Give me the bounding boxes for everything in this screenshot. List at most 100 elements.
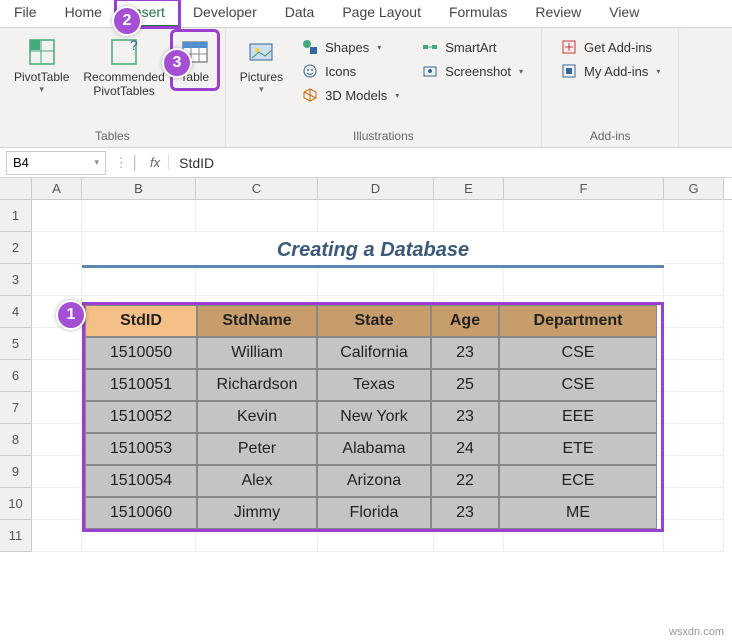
row-header[interactable]: 3 xyxy=(0,264,32,296)
header-age[interactable]: Age xyxy=(431,305,499,337)
cell[interactable] xyxy=(32,232,82,264)
cell[interactable] xyxy=(32,456,82,488)
col-header-a[interactable]: A xyxy=(32,178,82,199)
cell[interactable] xyxy=(664,200,724,232)
cell[interactable] xyxy=(82,200,196,232)
table-cell[interactable]: Alex xyxy=(197,465,317,497)
cell[interactable] xyxy=(318,200,434,232)
col-header-g[interactable]: G xyxy=(664,178,724,199)
table-cell[interactable]: Jimmy xyxy=(197,497,317,529)
row-header[interactable]: 4 xyxy=(0,296,32,328)
table-cell[interactable]: 1510052 xyxy=(85,401,197,433)
table-cell[interactable]: 25 xyxy=(431,369,499,401)
row-header[interactable]: 9 xyxy=(0,456,32,488)
name-box[interactable]: B4▾ xyxy=(6,151,106,175)
table-cell[interactable]: Alabama xyxy=(317,433,431,465)
cell[interactable] xyxy=(664,424,724,456)
cell[interactable] xyxy=(32,328,82,360)
cell[interactable] xyxy=(664,456,724,488)
table-cell[interactable]: 1510054 xyxy=(85,465,197,497)
cell[interactable] xyxy=(196,200,318,232)
row-header[interactable]: 5 xyxy=(0,328,32,360)
cell[interactable] xyxy=(664,328,724,360)
select-all-corner[interactable] xyxy=(0,178,32,199)
data-table-selection[interactable]: StdID StdName State Age Department 15100… xyxy=(82,302,664,532)
table-cell[interactable]: CSE xyxy=(499,337,657,369)
cell[interactable] xyxy=(664,488,724,520)
tab-file[interactable]: File xyxy=(0,0,51,27)
3d-models-button[interactable]: 3D Models▾ xyxy=(295,84,405,106)
table-cell[interactable]: William xyxy=(197,337,317,369)
table-cell[interactable]: ETE xyxy=(499,433,657,465)
cell[interactable] xyxy=(32,200,82,232)
cell[interactable] xyxy=(664,264,724,296)
fx-label[interactable]: fx xyxy=(142,155,169,170)
cell[interactable] xyxy=(664,296,724,328)
table-cell[interactable]: 1510053 xyxy=(85,433,197,465)
tab-developer[interactable]: Developer xyxy=(179,0,271,27)
col-header-c[interactable]: C xyxy=(196,178,318,199)
header-stdid[interactable]: StdID xyxy=(85,305,197,337)
row-header[interactable]: 1 xyxy=(0,200,32,232)
cell[interactable] xyxy=(82,264,196,296)
table-cell[interactable]: Florida xyxy=(317,497,431,529)
smartart-button[interactable]: SmartArt xyxy=(415,36,529,58)
table-cell[interactable]: New York xyxy=(317,401,431,433)
table-cell[interactable]: 23 xyxy=(431,337,499,369)
table-cell[interactable]: ME xyxy=(499,497,657,529)
table-cell[interactable]: EEE xyxy=(499,401,657,433)
pivottable-button[interactable]: PivotTable ▾ xyxy=(8,32,75,99)
table-cell[interactable]: 1510050 xyxy=(85,337,197,369)
cell[interactable] xyxy=(318,264,434,296)
table-cell[interactable]: 22 xyxy=(431,465,499,497)
cell[interactable] xyxy=(434,200,504,232)
recommended-pivottables-button[interactable]: ? Recommended PivotTables xyxy=(77,32,170,103)
table-cell[interactable]: Peter xyxy=(197,433,317,465)
screenshot-button[interactable]: Screenshot▾ xyxy=(415,60,529,82)
table-cell[interactable]: 23 xyxy=(431,401,499,433)
row-header[interactable]: 2 xyxy=(0,232,32,264)
get-addins-button[interactable]: Get Add-ins xyxy=(554,36,666,58)
table-cell[interactable]: Arizona xyxy=(317,465,431,497)
header-stdname[interactable]: StdName xyxy=(197,305,317,337)
table-cell[interactable]: Richardson xyxy=(197,369,317,401)
cell[interactable] xyxy=(664,392,724,424)
col-header-b[interactable]: B xyxy=(82,178,196,199)
cell[interactable] xyxy=(664,232,724,264)
table-cell[interactable]: Texas xyxy=(317,369,431,401)
row-header[interactable]: 7 xyxy=(0,392,32,424)
cell[interactable] xyxy=(32,264,82,296)
cell[interactable] xyxy=(32,488,82,520)
cell[interactable] xyxy=(196,264,318,296)
col-header-d[interactable]: D xyxy=(318,178,434,199)
cell[interactable] xyxy=(504,264,664,296)
cell[interactable] xyxy=(32,520,82,552)
table-cell[interactable]: 24 xyxy=(431,433,499,465)
table-cell[interactable]: 23 xyxy=(431,497,499,529)
tab-view[interactable]: View xyxy=(595,0,653,27)
tab-review[interactable]: Review xyxy=(521,0,595,27)
table-cell[interactable]: 1510051 xyxy=(85,369,197,401)
cell[interactable] xyxy=(434,264,504,296)
cell[interactable] xyxy=(504,200,664,232)
icons-button[interactable]: Icons xyxy=(295,60,405,82)
table-cell[interactable]: 1510060 xyxy=(85,497,197,529)
header-department[interactable]: Department xyxy=(499,305,657,337)
table-cell[interactable]: Kevin xyxy=(197,401,317,433)
header-state[interactable]: State xyxy=(317,305,431,337)
tab-data[interactable]: Data xyxy=(271,0,329,27)
cell[interactable] xyxy=(32,424,82,456)
formula-input[interactable]: StdID xyxy=(169,155,732,171)
tab-page-layout[interactable]: Page Layout xyxy=(328,0,435,27)
cell[interactable] xyxy=(664,520,724,552)
page-title[interactable]: Creating a Database xyxy=(82,232,664,268)
tab-home[interactable]: Home xyxy=(51,0,116,27)
my-addins-button[interactable]: My Add-ins▾ xyxy=(554,60,666,82)
tab-formulas[interactable]: Formulas xyxy=(435,0,521,27)
table-cell[interactable]: California xyxy=(317,337,431,369)
row-header[interactable]: 6 xyxy=(0,360,32,392)
col-header-f[interactable]: F xyxy=(504,178,664,199)
table-cell[interactable]: ECE xyxy=(499,465,657,497)
row-header[interactable]: 10 xyxy=(0,488,32,520)
shapes-button[interactable]: Shapes▾ xyxy=(295,36,405,58)
